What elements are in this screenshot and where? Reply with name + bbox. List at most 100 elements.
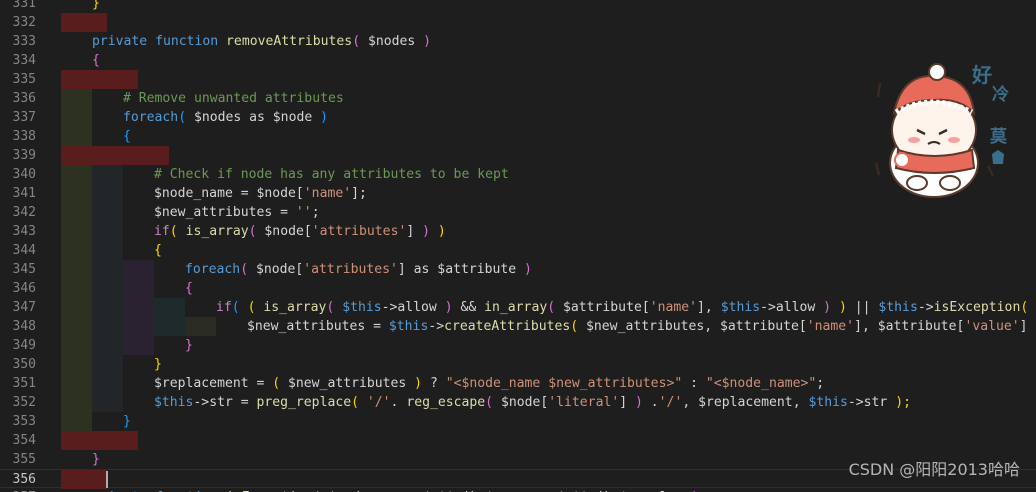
- code-text[interactable]: $new_attributes = $this->createAttribute…: [247, 317, 1036, 336]
- indent-guide: [92, 203, 123, 222]
- code-token: in_array: [484, 300, 548, 315]
- code-token: if: [154, 224, 170, 239]
- code-line[interactable]: 333 private function removeAttributes( $n…: [0, 32, 1036, 51]
- code-token: $replacement =: [154, 376, 273, 391]
- line-number: 333: [12, 34, 36, 49]
- code-line[interactable]: 353}: [0, 412, 1036, 431]
- code-token: is_array: [185, 224, 249, 239]
- code-token: (: [169, 224, 186, 239]
- code-text[interactable]: $replacement = ( $new_attributes ) ? "<$…: [154, 374, 824, 393]
- code-text[interactable]: {: [92, 51, 100, 70]
- code-text[interactable]: private function removeAttributes( $node…: [92, 32, 431, 51]
- code-token: is_array: [263, 300, 327, 315]
- code-token: ->allow: [381, 300, 437, 315]
- code-token: if: [216, 300, 232, 315]
- cold-girl-sticker: 好 冷 莫: [874, 63, 1009, 198]
- code-text[interactable]: $this->str = preg_replace( '/'. reg_esca…: [154, 393, 911, 412]
- indent-guide: [123, 279, 154, 298]
- line-number: 350: [12, 357, 36, 372]
- line-number: 351: [12, 376, 36, 391]
- line-number: 357: [0, 488, 36, 492]
- line-number: 346: [12, 281, 36, 296]
- code-token: isException: [933, 300, 1021, 315]
- code-token: (: [326, 300, 343, 315]
- code-text[interactable]: if( is_array( $node['attributes'] ) ): [154, 222, 446, 241]
- code-token: '/': [658, 395, 683, 410]
- code-text[interactable]: }: [154, 355, 162, 374]
- code-line[interactable]: 349}: [0, 336, 1036, 355]
- code-line[interactable]: 351 $replacement = ( $new_attributes ) ? …: [0, 374, 1036, 393]
- line-number: 348: [12, 319, 36, 334]
- code-token: );: [1028, 319, 1036, 334]
- code-token: ] as $attribute: [397, 262, 517, 277]
- code-line[interactable]: 354: [0, 431, 1036, 450]
- code-token: ->allow: [760, 300, 816, 315]
- code-token: "<$node_name>": [705, 376, 817, 391]
- code-text[interactable]: }: [123, 412, 131, 431]
- indent-guide: [92, 260, 123, 279]
- code-token: ||: [846, 300, 879, 315]
- text-cursor: [106, 471, 108, 488]
- code-line[interactable]: 350}: [0, 355, 1036, 374]
- code-text[interactable]: $new_attributes = '';: [154, 203, 320, 222]
- code-line[interactable]: 347 if( ( is_array( $this->allow ) && in_…: [0, 298, 1036, 317]
- line-number: 340: [12, 167, 36, 182]
- code-text[interactable]: $node_name = $node['name'];: [154, 184, 367, 203]
- code-line[interactable]: 352 $this->str = preg_replace( '/'. reg_e…: [0, 393, 1036, 412]
- code-token: ): [815, 300, 832, 315]
- code-text[interactable]: }: [92, 0, 100, 13]
- code-token: (: [248, 224, 265, 239]
- code-line[interactable]: 332: [0, 13, 1036, 32]
- code-text[interactable]: private function isException( $node_name…: [92, 488, 699, 492]
- code-line[interactable]: 348 $new_attributes = $this->createAttrib…: [0, 317, 1036, 336]
- indent-guide: [61, 412, 92, 431]
- indent-guide: [154, 298, 185, 317]
- code-text[interactable]: {: [154, 241, 162, 260]
- code-token: $this: [388, 319, 429, 334]
- line-number: 355: [12, 452, 36, 467]
- indent-guide: [61, 279, 92, 298]
- indent-guide: [92, 222, 123, 241]
- code-line[interactable]: 342 $new_attributes = '';: [0, 203, 1036, 222]
- code-token: ->: [428, 319, 445, 334]
- indent-guide: [92, 355, 123, 374]
- indent-guide: [61, 222, 92, 241]
- line-number: 331: [12, 0, 36, 11]
- code-token: function: [155, 34, 219, 49]
- line-number: 354: [12, 433, 36, 448]
- code-text[interactable]: }: [185, 336, 193, 355]
- code-token: }: [185, 338, 193, 353]
- line-number: 336: [12, 91, 36, 106]
- code-token: (: [272, 376, 289, 391]
- code-text[interactable]: if( ( is_array( $this->allow ) && in_arr…: [216, 298, 1036, 317]
- indent-guide: [61, 165, 92, 184]
- code-line[interactable]: 345 foreach( $node['attributes'] as $attr…: [0, 260, 1036, 279]
- line-number: 344: [12, 243, 36, 258]
- indent-guide: [61, 336, 92, 355]
- line-number: 334: [12, 53, 36, 68]
- indent-guide: [61, 260, 92, 279]
- code-text[interactable]: foreach( $nodes as $node ): [123, 108, 328, 127]
- code-token: private: [92, 34, 148, 49]
- code-line[interactable]: 344 {: [0, 241, 1036, 260]
- code-text[interactable]: {: [123, 127, 131, 146]
- code-text[interactable]: foreach( $node['attributes'] as $attribu…: [185, 260, 532, 279]
- whitespace-error-highlight: [61, 470, 107, 489]
- code-line[interactable]: 346 {: [0, 279, 1036, 298]
- code-text[interactable]: # Remove unwanted attributes: [123, 89, 344, 108]
- code-token: $nodes as $node: [193, 110, 313, 125]
- code-line[interactable]: 343 if( is_array( $node['attributes'] ) ): [0, 222, 1036, 241]
- code-token: }: [154, 357, 162, 372]
- code-token: ): [516, 262, 532, 277]
- sticker-char-1: 好: [971, 63, 992, 87]
- code-token: ): [414, 224, 431, 239]
- code-text[interactable]: {: [185, 279, 193, 298]
- code-token: removeAttributes: [226, 34, 353, 49]
- code-text[interactable]: # Check if node has any attributes to be…: [154, 165, 509, 184]
- code-line[interactable]: 331}: [0, 0, 1036, 13]
- code-token: 'literal': [548, 395, 620, 410]
- code-text[interactable]: }: [92, 450, 100, 469]
- code-token: ->str: [847, 395, 888, 410]
- code-line[interactable]: 357 private function isException( $node_n…: [0, 488, 1036, 492]
- code-token: $this: [808, 395, 848, 410]
